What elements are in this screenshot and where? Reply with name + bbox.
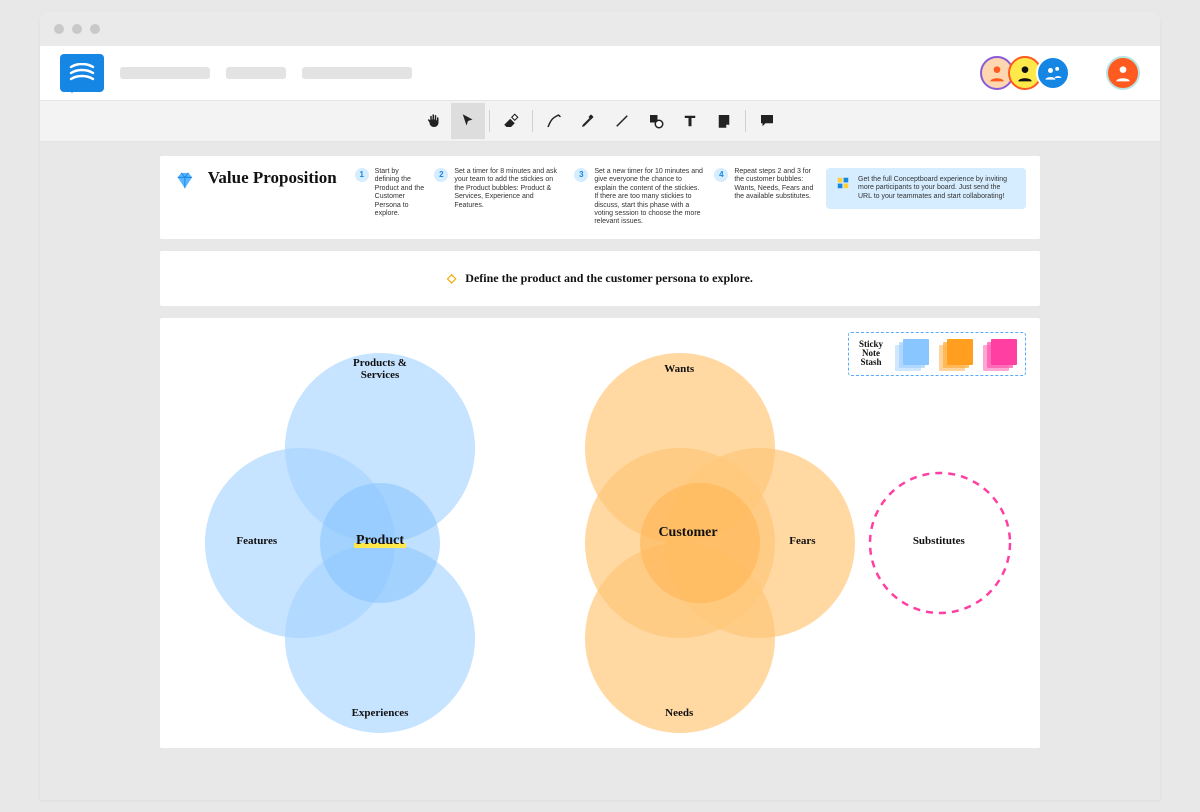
app-header xyxy=(40,46,1160,100)
avatar-self[interactable] xyxy=(1106,56,1140,90)
label-experiences: Experiences xyxy=(352,707,409,719)
step-number: 3 xyxy=(574,168,588,182)
label-features: Features xyxy=(236,535,277,547)
label-wants: Wants xyxy=(664,363,694,375)
promo-callout: Get the full Conceptboard experience by … xyxy=(826,168,1026,209)
step-number: 4 xyxy=(714,168,728,182)
diamond-icon xyxy=(174,168,196,194)
sticky-stash-label: Sticky Note Stash xyxy=(859,340,883,367)
step-text: Set a new timer for 10 minutes and give … xyxy=(594,168,704,227)
share-button[interactable] xyxy=(1036,56,1070,90)
venn-svg xyxy=(160,318,1040,748)
tool-pen[interactable] xyxy=(537,103,571,139)
traffic-min-icon[interactable] xyxy=(72,24,82,34)
label-fears: Fears xyxy=(789,535,815,547)
venn-panel[interactable]: Products & Services Features Experiences… xyxy=(160,318,1040,748)
promo-text: Get the full Conceptboard experience by … xyxy=(858,176,1016,201)
step-text: Set a timer for 8 minutes and ask your t… xyxy=(454,168,564,210)
diamond-bullet-icon: ◇ xyxy=(447,271,456,285)
template-title: Value Proposition xyxy=(208,168,337,188)
traffic-close-icon[interactable] xyxy=(54,24,64,34)
toolbar xyxy=(40,100,1160,142)
label-needs: Needs xyxy=(665,707,693,719)
sticky-pink-icon[interactable] xyxy=(983,339,1015,369)
step-number: 2 xyxy=(434,168,448,182)
breadcrumb-placeholder xyxy=(302,67,412,79)
tool-shape[interactable] xyxy=(639,103,673,139)
step-number: 1 xyxy=(355,168,369,182)
browser-tabbar xyxy=(40,12,1160,46)
step-text: Repeat steps 2 and 3 for the customer bu… xyxy=(734,168,814,202)
toolbar-separator xyxy=(489,110,490,132)
breadcrumb-placeholder xyxy=(120,67,210,79)
steps-row: 1 Start by defining the Product and the … xyxy=(355,168,814,227)
step-1: 1 Start by defining the Product and the … xyxy=(355,168,425,218)
sticky-orange-icon[interactable] xyxy=(939,339,971,369)
tool-pointer[interactable] xyxy=(451,103,485,139)
browser-frame: Value Proposition 1 Start by defining th… xyxy=(40,12,1160,800)
traffic-max-icon[interactable] xyxy=(90,24,100,34)
step-4: 4 Repeat steps 2 and 3 for the customer … xyxy=(714,168,814,202)
tool-text[interactable] xyxy=(673,103,707,139)
sticky-stash-box[interactable]: Sticky Note Stash xyxy=(848,332,1026,376)
tool-eraser[interactable] xyxy=(494,103,528,139)
tool-marker[interactable] xyxy=(571,103,605,139)
participant-avatars xyxy=(986,56,1070,90)
breadcrumb-placeholder xyxy=(226,67,286,79)
step-2: 2 Set a timer for 8 minutes and ask your… xyxy=(434,168,564,210)
label-customer-center: Customer xyxy=(658,525,717,541)
step-3: 3 Set a new timer for 10 minutes and giv… xyxy=(574,168,704,227)
label-product-center: Product xyxy=(354,533,406,549)
sticky-blue-icon[interactable] xyxy=(895,339,927,369)
tool-comment[interactable] xyxy=(750,103,784,139)
template-header-panel: Value Proposition 1 Start by defining th… xyxy=(160,156,1040,239)
promo-icon xyxy=(836,176,850,190)
label-products-services: Products & Services xyxy=(353,357,407,381)
tool-line[interactable] xyxy=(605,103,639,139)
app-logo[interactable] xyxy=(60,54,104,92)
logo-scribble-icon xyxy=(69,63,95,83)
canvas[interactable]: Value Proposition 1 Start by defining th… xyxy=(40,142,1160,800)
tool-note[interactable] xyxy=(707,103,741,139)
toolbar-separator xyxy=(745,110,746,132)
tagline-text: Define the product and the customer pers… xyxy=(465,271,753,285)
step-text: Start by defining the Product and the Cu… xyxy=(375,168,425,218)
tagline-panel: ◇ Define the product and the customer pe… xyxy=(160,251,1040,306)
tool-hand[interactable] xyxy=(417,103,451,139)
toolbar-separator xyxy=(532,110,533,132)
label-substitutes: Substitutes xyxy=(913,535,965,547)
